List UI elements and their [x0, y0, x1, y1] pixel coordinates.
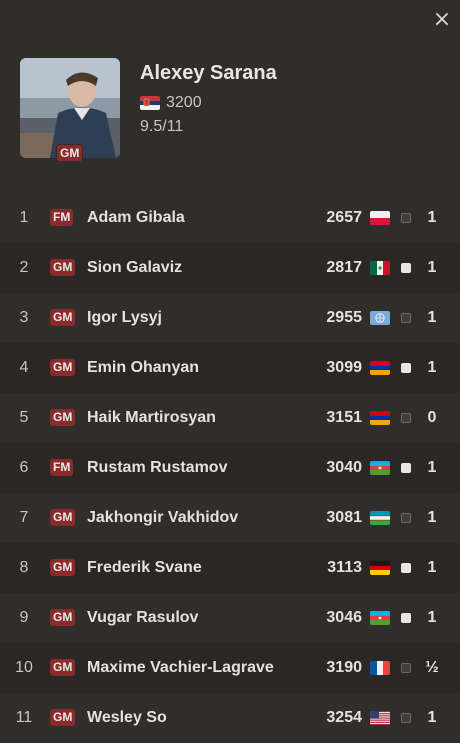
opponent-rating: 3151 — [326, 409, 362, 426]
game-result: 1 — [427, 259, 437, 276]
title-badge: GM — [50, 259, 76, 276]
opponent-name: Sion Galaviz — [87, 259, 183, 276]
armenia-flag-icon — [370, 361, 390, 375]
usa-flag-icon — [370, 711, 390, 725]
game-result: 1 — [427, 709, 437, 726]
game-result: 1 — [427, 609, 437, 626]
games-list: 1 FM Adam Gibala 2657 1 2 GM Sion Galavi… — [0, 193, 460, 743]
game-result: 1 — [427, 459, 437, 476]
white-piece-icon — [401, 613, 411, 623]
opponent-rating: 3081 — [326, 509, 362, 526]
black-piece-icon — [401, 213, 411, 223]
title-badge: GM — [50, 409, 76, 426]
poland-flag-icon — [370, 211, 390, 225]
opponent-rating: 3099 — [326, 359, 362, 376]
round-number: 7 — [19, 509, 29, 526]
white-piece-icon — [401, 463, 411, 473]
round-number: 5 — [19, 409, 29, 426]
game-row[interactable]: 2 GM Sion Galaviz 2817 1 — [0, 243, 460, 293]
game-row[interactable]: 7 GM Jakhongir Vakhidov 3081 1 — [0, 493, 460, 543]
france-flag-icon — [370, 661, 390, 675]
title-badge: GM — [50, 659, 76, 676]
opponent-rating: 3113 — [327, 559, 362, 576]
game-result: 1 — [427, 359, 437, 376]
opponent-rating: 3254 — [326, 709, 362, 726]
round-number: 10 — [15, 659, 33, 676]
game-row[interactable]: 6 FM Rustam Rustamov 3040 1 — [0, 443, 460, 493]
game-row[interactable]: 11 GM Wesley So 3254 1 — [0, 693, 460, 743]
armenia-flag-icon — [370, 411, 390, 425]
opponent-name: Igor Lysyj — [87, 309, 162, 326]
opponent-rating: 3040 — [326, 459, 362, 476]
title-badge: GM — [50, 609, 76, 626]
opponent-rating: 3046 — [326, 609, 362, 626]
title-badge: GM — [50, 559, 76, 576]
round-number: 8 — [19, 559, 29, 576]
serbia-flag-icon — [140, 96, 160, 110]
opponent-name: Vugar Rasulov — [87, 609, 199, 626]
game-row[interactable]: 8 GM Frederik Svane 3113 1 — [0, 543, 460, 593]
opponent-name: Maxime Vachier-Lagrave — [87, 659, 274, 676]
black-piece-icon — [401, 713, 411, 723]
game-row[interactable]: 3 GM Igor Lysyj 2955 1 — [0, 293, 460, 343]
title-badge: GM — [50, 509, 76, 526]
game-row[interactable]: 1 FM Adam Gibala 2657 1 — [0, 193, 460, 243]
player-title-badge: GM — [56, 144, 84, 162]
player-rating-row: 3200 — [140, 94, 202, 112]
title-badge: FM — [50, 459, 74, 476]
game-row[interactable]: 9 GM Vugar Rasulov 3046 1 — [0, 593, 460, 643]
title-badge: GM — [50, 709, 76, 726]
avatar — [20, 58, 120, 158]
white-piece-icon — [401, 363, 411, 373]
opponent-rating: 2657 — [326, 209, 362, 226]
game-result: 0 — [427, 409, 437, 426]
opponent-name: Haik Martirosyan — [87, 409, 216, 426]
game-result: ½ — [425, 659, 439, 676]
opponent-name: Frederik Svane — [87, 559, 202, 576]
game-row[interactable]: 10 GM Maxime Vachier-Lagrave 3190 ½ — [0, 643, 460, 693]
black-piece-icon — [401, 313, 411, 323]
opponent-name: Rustam Rustamov — [87, 459, 228, 476]
title-badge: GM — [50, 309, 76, 326]
round-number: 3 — [19, 309, 29, 326]
opponent-name: Jakhongir Vakhidov — [87, 509, 239, 526]
uzbekistan-flag-icon — [370, 511, 390, 525]
round-number: 2 — [19, 259, 29, 276]
white-piece-icon — [401, 263, 411, 273]
title-badge: FM — [50, 209, 74, 226]
round-number: 4 — [19, 359, 29, 376]
round-number: 11 — [15, 709, 33, 726]
opponent-rating: 2955 — [326, 309, 362, 326]
game-result: 1 — [427, 509, 437, 526]
opponent-name: Adam Gibala — [87, 209, 185, 226]
azerbaijan-flag-icon — [370, 461, 390, 475]
mexico-flag-icon — [370, 261, 390, 275]
game-result: 1 — [427, 559, 437, 576]
azerbaijan-flag-icon — [370, 611, 390, 625]
round-number: 1 — [19, 209, 29, 226]
black-piece-icon — [401, 413, 411, 423]
black-piece-icon — [401, 513, 411, 523]
game-row[interactable]: 4 GM Emin Ohanyan 3099 1 — [0, 343, 460, 393]
player-score: 9.5/11 — [140, 118, 184, 135]
international-flag-icon — [370, 311, 390, 325]
game-row[interactable]: 5 GM Haik Martirosyan 3151 0 — [0, 393, 460, 443]
opponent-name: Emin Ohanyan — [87, 359, 200, 376]
black-piece-icon — [401, 663, 411, 673]
game-result: 1 — [427, 309, 437, 326]
player-name: Alexey Sarana — [140, 62, 277, 84]
game-result: 1 — [427, 209, 437, 226]
germany-flag-icon — [370, 561, 390, 575]
player-header: GM Alexey Sarana 3200 9.5/11 — [20, 58, 440, 162]
title-badge: GM — [50, 359, 76, 376]
close-icon[interactable]: × — [432, 9, 452, 31]
opponent-rating: 2817 — [326, 259, 362, 276]
opponent-name: Wesley So — [87, 709, 167, 726]
round-number: 9 — [19, 609, 29, 626]
white-piece-icon — [401, 563, 411, 573]
player-rating: 3200 — [166, 94, 202, 111]
opponent-rating: 3190 — [326, 659, 362, 676]
round-number: 6 — [19, 459, 29, 476]
